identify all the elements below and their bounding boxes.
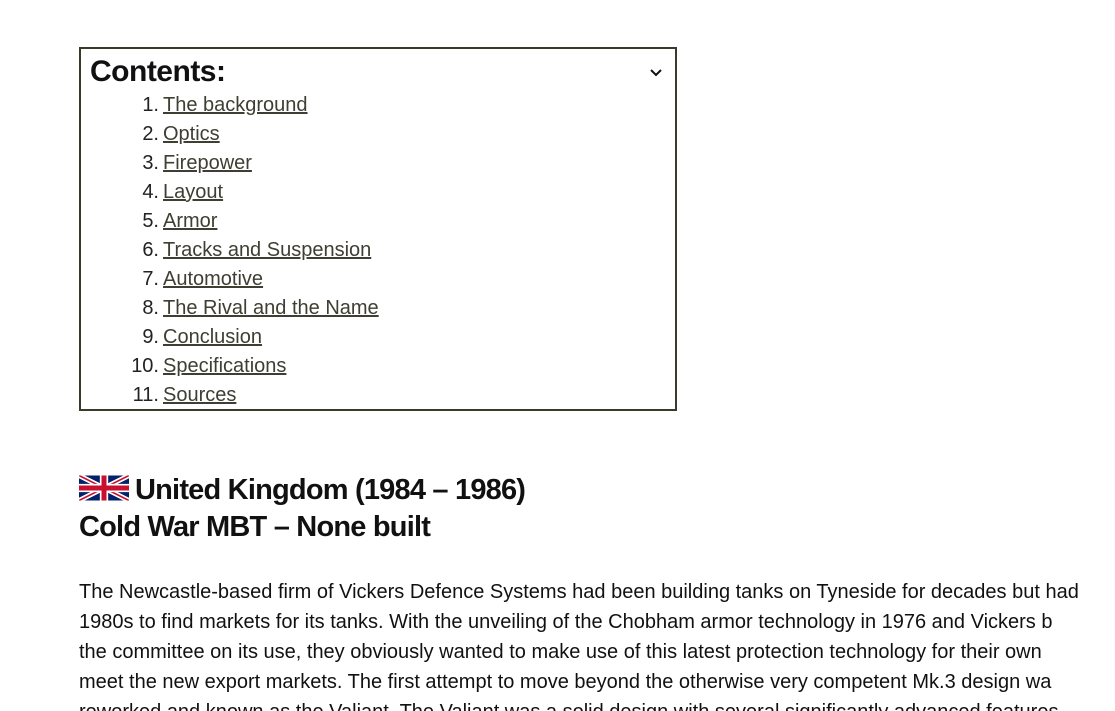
toc-link-conclusion[interactable]: Conclusion: [163, 323, 262, 352]
toc-link-layout[interactable]: Layout: [163, 178, 223, 207]
toc-item-number: 6.: [142, 239, 159, 261]
body-text-line: reworked and known as the Valiant. The V…: [79, 697, 1115, 711]
toc-title: Contents:: [90, 55, 226, 88]
toc-item-number: 10.: [131, 355, 159, 377]
toc-link-sources[interactable]: Sources: [163, 381, 236, 410]
body-text-line: 1980s to find markets for its tanks. Wit…: [79, 611, 1053, 633]
body-text-line: the committee on its use, they obviously…: [79, 641, 1042, 663]
heading-country-text: United Kingdom (1984 – 1986): [135, 474, 526, 506]
toc-link-armor[interactable]: Armor: [163, 207, 217, 236]
toc-item-number: 1.: [142, 94, 159, 116]
body-text-line: The Newcastle-based firm of Vickers Defe…: [79, 581, 1079, 603]
toc-item-number: 7.: [142, 268, 159, 290]
toc-item-number: 4.: [142, 181, 159, 203]
body-text-line: meet the new export markets. The first a…: [79, 671, 1052, 693]
toc-item-number: 2.: [142, 123, 159, 145]
article-body: The Newcastle-based firm of Vickers Defe…: [79, 577, 1115, 711]
chevron-down-icon: [650, 69, 662, 77]
toc-item-number: 11.: [132, 384, 159, 406]
page: Contents: 1. The background 2. Optics 3.…: [0, 0, 1115, 711]
article-heading: United Kingdom (1984 – 1986) Cold War MB…: [79, 472, 526, 546]
toc-link-tracks-suspension[interactable]: Tracks and Suspension: [163, 236, 371, 265]
toc-link-background[interactable]: The background: [163, 91, 308, 120]
toc-item-number: 3.: [142, 152, 159, 174]
toc-item-number: 5.: [142, 210, 159, 232]
toc-toggle-button[interactable]: [647, 64, 665, 82]
uk-flag-icon: [79, 475, 129, 501]
toc-link-firepower[interactable]: Firepower: [163, 149, 252, 178]
table-of-contents: Contents: 1. The background 2. Optics 3.…: [79, 47, 677, 411]
heading-line-type: Cold War MBT – None built: [79, 511, 431, 543]
heading-line-country: United Kingdom (1984 – 1986): [79, 472, 526, 509]
toc-link-rival-name[interactable]: The Rival and the Name: [163, 294, 379, 323]
toc-item-number: 8.: [142, 297, 159, 319]
toc-link-automotive[interactable]: Automotive: [163, 265, 263, 294]
toc-item-number: 9.: [142, 326, 159, 348]
toc-link-specifications[interactable]: Specifications: [163, 352, 286, 381]
toc-link-optics[interactable]: Optics: [163, 120, 220, 149]
